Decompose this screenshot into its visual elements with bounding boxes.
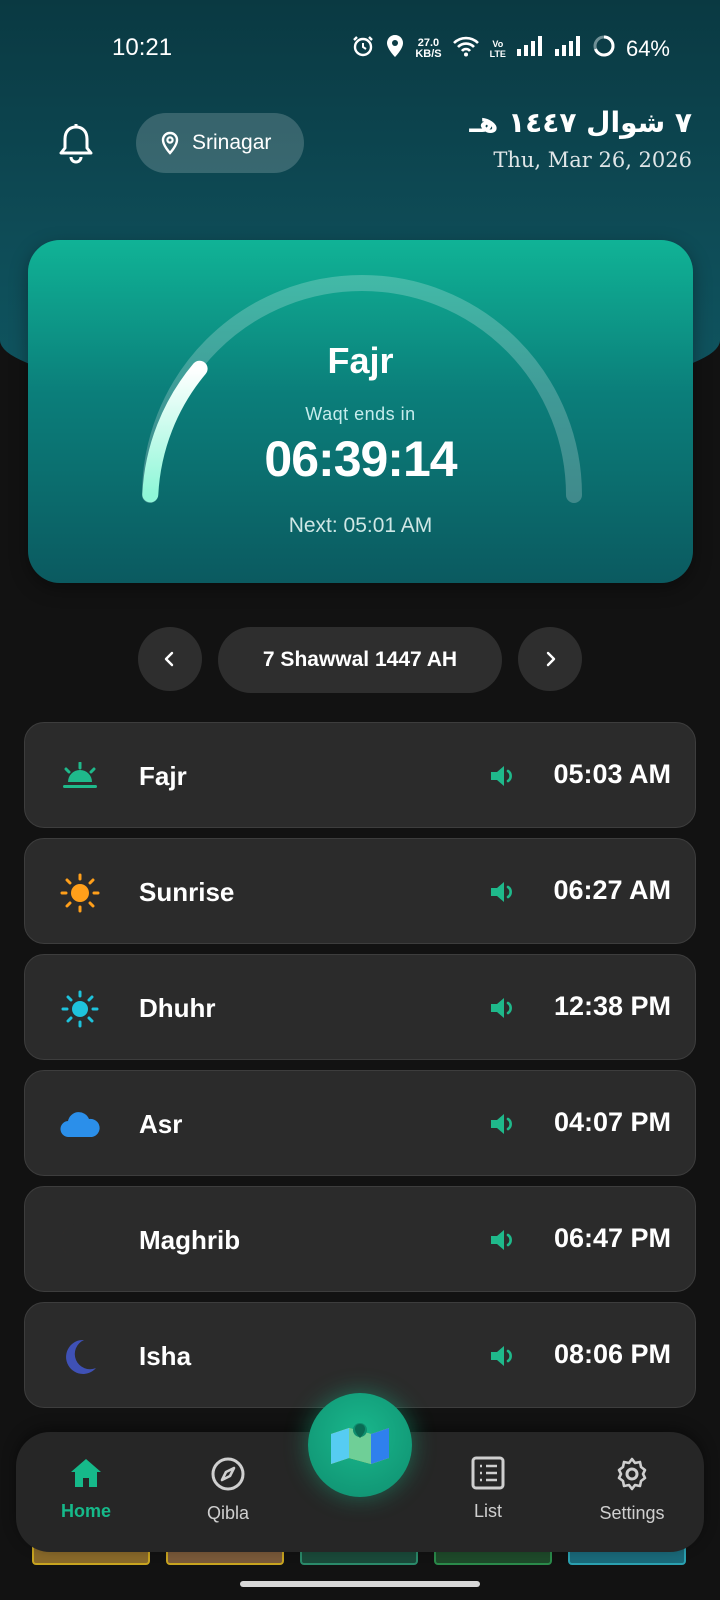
battery-icon — [592, 34, 616, 63]
home-icon — [71, 1459, 101, 1487]
prayer-name: Fajr — [139, 761, 187, 791]
speaker-icon — [491, 998, 512, 1018]
prayer-name: Sunrise — [139, 877, 235, 907]
current-prayer-name: Fajr — [327, 340, 394, 381]
compass-icon — [211, 1457, 245, 1491]
next-prayer-label: Next: 05:01 AM — [288, 514, 433, 537]
next-day-button[interactable] — [518, 627, 582, 691]
hijri-date-pill[interactable]: 7 Shawwal 1447 AH — [218, 627, 502, 693]
sound-toggle-dhuhr[interactable] — [489, 995, 517, 1026]
wifi-icon — [452, 35, 480, 62]
nav-settings-label: Settings — [599, 1503, 665, 1523]
prayer-name: Maghrib — [139, 1225, 241, 1255]
bell-icon — [59, 124, 93, 164]
net-speed-value: 27.0 — [417, 36, 440, 49]
prayer-name: Asr — [139, 1109, 183, 1139]
nav-list[interactable]: List — [428, 1456, 548, 1522]
sun-icon — [59, 988, 101, 1030]
speaker-icon — [491, 1114, 512, 1134]
nav-home-label: Home — [60, 1501, 111, 1521]
location-pin-icon — [161, 131, 179, 155]
prayer-name: Dhuhr — [139, 993, 216, 1023]
sound-toggle-sunrise[interactable] — [489, 879, 517, 910]
sound-toggle-asr[interactable] — [489, 1111, 517, 1142]
chevron-right-icon — [546, 651, 556, 667]
battery-percent: 64% — [625, 35, 670, 61]
home-indicator[interactable] — [240, 1581, 480, 1587]
volte-indicator: Vo LTE — [490, 39, 506, 59]
status-time: 10:21 — [112, 34, 173, 61]
previous-day-button[interactable] — [138, 627, 202, 691]
prayer-row-dhuhr[interactable]: Dhuhr 12:38 PM — [24, 954, 696, 1060]
alarm-icon — [351, 34, 375, 63]
sound-toggle-fajr[interactable] — [489, 763, 517, 794]
status-icons: 27.0 KB/S Vo LTE 64% — [351, 34, 670, 63]
gear-icon — [617, 1457, 647, 1491]
nav-list-label: List — [473, 1501, 502, 1521]
notification-bell-button[interactable] — [56, 122, 96, 166]
prayer-time: 06:27 AM — [553, 875, 671, 905]
crescent-icon — [59, 1220, 101, 1262]
nav-settings[interactable]: Settings — [572, 1456, 692, 1524]
countdown-timer: 06:39:14 — [264, 431, 457, 487]
speaker-icon — [491, 1346, 512, 1366]
nav-qibla[interactable]: Qibla — [168, 1456, 288, 1524]
cloud-icon — [59, 1104, 101, 1146]
prayer-row-fajr[interactable]: Fajr 05:03 AM — [24, 722, 696, 828]
speaker-icon — [491, 766, 512, 786]
sound-toggle-isha[interactable] — [489, 1343, 517, 1374]
net-speed-unit: KB/S — [415, 47, 442, 60]
sun-icon — [59, 872, 101, 914]
nav-qibla-label: Qibla — [206, 1503, 250, 1523]
waqt-ends-label: Waqt ends in — [305, 404, 416, 424]
location-name: Srinagar — [192, 131, 272, 154]
prayer-list: Fajr 05:03 AM Sunrise 06:27 AM Dhuhr 12:… — [24, 722, 696, 1418]
sound-toggle-maghrib[interactable] — [489, 1227, 517, 1258]
prayer-time: 05:03 AM — [553, 759, 671, 789]
map-fab-button[interactable] — [308, 1393, 412, 1497]
status-bar: 10:21 27.0 KB/S Vo LTE 64% — [0, 30, 720, 66]
crescent-icon — [59, 1336, 101, 1378]
chevron-left-icon — [164, 651, 174, 667]
prayer-time: 04:07 PM — [553, 1107, 671, 1137]
prayer-row-sunrise[interactable]: Sunrise 06:27 AM — [24, 838, 696, 944]
hijri-date-arabic: ٧ شوال ١٤٤٧ هـ — [469, 106, 692, 139]
location-status-icon — [385, 34, 405, 63]
signal-icon — [516, 35, 544, 62]
prayer-time: 06:47 PM — [553, 1223, 671, 1253]
list-icon — [471, 1456, 505, 1490]
gregorian-date: Thu, Mar 26, 2026 — [493, 148, 692, 172]
prayer-row-maghrib[interactable]: Maghrib 06:47 PM — [24, 1186, 696, 1292]
date-navigator: 7 Shawwal 1447 AH — [0, 627, 720, 693]
location-chip[interactable]: Srinagar — [136, 113, 304, 173]
volte-line2: LTE — [489, 48, 506, 59]
speaker-icon — [491, 1230, 512, 1250]
prayer-time: 12:38 PM — [553, 991, 671, 1021]
net-speed: 27.0 KB/S — [415, 36, 442, 60]
signal-icon-2 — [554, 35, 582, 62]
prayer-name: Isha — [139, 1341, 192, 1371]
volte-line1: Vo — [492, 38, 504, 49]
nav-home[interactable]: Home — [26, 1456, 146, 1522]
speaker-icon — [491, 882, 512, 902]
prayer-time: 08:06 PM — [553, 1339, 671, 1369]
sunrise-icon — [59, 756, 101, 798]
countdown-card: Fajr Waqt ends in 06:39:14 Next: 05:01 A… — [28, 240, 693, 583]
prayer-row-asr[interactable]: Asr 04:07 PM — [24, 1070, 696, 1176]
map-icon — [331, 1423, 389, 1464]
